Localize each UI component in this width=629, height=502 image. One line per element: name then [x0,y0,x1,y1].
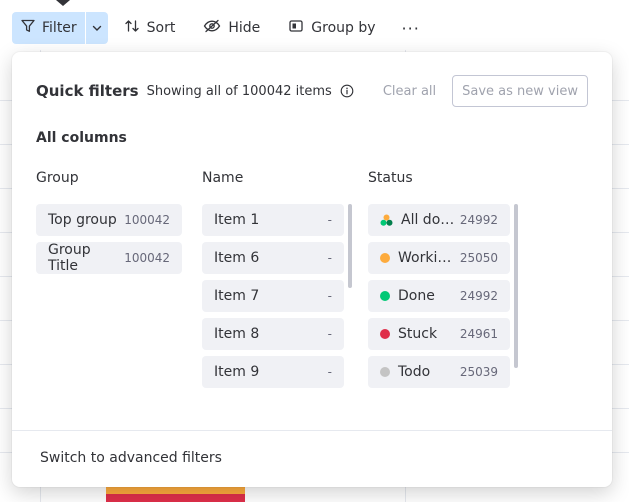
save-as-new-view-button[interactable]: Save as new view [452,75,588,107]
option-label: Item 6 [214,250,260,266]
switch-to-advanced-filters-link[interactable]: Switch to advanced filters [40,450,222,466]
filter-button[interactable]: Filter [12,12,86,44]
option-count: - [327,289,332,303]
info-icon[interactable] [340,84,354,98]
name-filter-list: Item 1 - Item 6 - Item 7 - Item 8 - Item… [202,204,344,388]
filter-option-working[interactable]: Workin... 25050 [368,242,510,274]
option-count: - [327,213,332,227]
eye-off-icon [203,18,221,38]
chevron-down-icon [91,19,103,38]
option-label: Item 7 [214,288,260,304]
sort-icon [124,18,140,38]
option-label: Top group [48,212,117,228]
tooltip-pointer [56,0,70,6]
option-label: Stuck [398,326,438,342]
filter-dropdown-button[interactable] [86,12,108,44]
status-dot-icon [380,329,390,339]
filter-option-item-9[interactable]: Item 9 - [202,356,344,388]
option-count: 25050 [459,251,498,265]
filter-button-group: Filter [12,12,108,44]
column-title: Status [368,170,413,186]
option-label: Done [398,288,435,304]
popover-header: Quick filters Showing all of 100042 item… [36,74,588,108]
multi-color-dots-icon [380,214,393,227]
option-label: Item 1 [214,212,260,228]
status-dot-icon [380,367,390,377]
status-dot-icon [380,253,390,263]
filter-option-item-8[interactable]: Item 8 - [202,318,344,350]
status-dot-icon [380,291,390,301]
group-by-label: Group by [311,20,376,36]
option-count: 25039 [459,365,498,379]
option-count: 100042 [124,251,170,265]
option-count: 24992 [459,289,498,303]
more-icon: ··· [401,18,420,38]
filter-option-todo[interactable]: Todo 25039 [368,356,510,388]
filter-option-done[interactable]: Done 24992 [368,280,510,312]
option-label: Workin... [398,250,458,266]
filter-option-item-6[interactable]: Item 6 - [202,242,344,274]
all-columns-heading: All columns [36,130,127,146]
filter-label: Filter [42,20,77,36]
option-count: 24961 [459,327,498,341]
status-cell-working [106,486,245,494]
footer-divider [12,430,612,431]
filter-option-item-1[interactable]: Item 1 - [202,204,344,236]
filter-option-top-group[interactable]: Top group 100042 [36,204,182,236]
filter-option-item-7[interactable]: Item 7 - [202,280,344,312]
name-list-scrollbar[interactable] [348,204,352,288]
status-list-scrollbar[interactable] [514,204,518,368]
filter-icon [20,18,36,38]
sort-button[interactable]: Sort [112,12,188,44]
group-by-button[interactable]: Group by [276,12,387,44]
filter-option-all-done[interactable]: All done... 24992 [368,204,510,236]
clear-all-button[interactable]: Clear all [383,84,436,99]
option-count: - [327,327,332,341]
option-label: Item 9 [214,364,260,380]
sort-label: Sort [146,20,176,36]
group-filter-list: Top group 100042 Group Title 100042 [36,204,182,274]
option-label: All done... [401,212,460,228]
option-count: 100042 [124,213,170,227]
option-label: Group Title [48,242,91,274]
popover-actions: Clear all Save as new view [383,75,588,107]
option-count: - [327,365,332,379]
hide-label: Hide [228,20,261,36]
column-title: Group [36,170,79,186]
board-toolbar: Filter Sort Hide Group by ··· [12,12,430,44]
option-label: Todo [398,364,431,380]
quick-filters-popover: Quick filters Showing all of 100042 item… [12,52,612,487]
quick-filters-title: Quick filters [36,82,139,100]
status-filter-column: Status All done... 24992 Workin... 25050… [368,170,510,388]
filter-option-group-title[interactable]: Group Title 100042 [36,242,182,274]
items-count-summary: Showing all of 100042 items [146,83,332,99]
hide-button[interactable]: Hide [191,12,272,44]
status-filter-list: All done... 24992 Workin... 25050 Done 2… [368,204,510,388]
filter-option-stuck[interactable]: Stuck 24961 [368,318,510,350]
group-filter-column: Group Top group 100042 Group Title 10004… [36,170,182,274]
option-count: - [327,251,332,265]
name-filter-column: Name Item 1 - Item 6 - Item 7 - Item 8 -… [202,170,344,388]
more-options-button[interactable]: ··· [392,12,430,44]
column-title: Name [202,170,244,186]
option-count: 24992 [459,213,498,227]
status-cell-stuck [106,494,245,502]
group-icon [288,18,304,38]
option-label: Item 8 [214,326,260,342]
